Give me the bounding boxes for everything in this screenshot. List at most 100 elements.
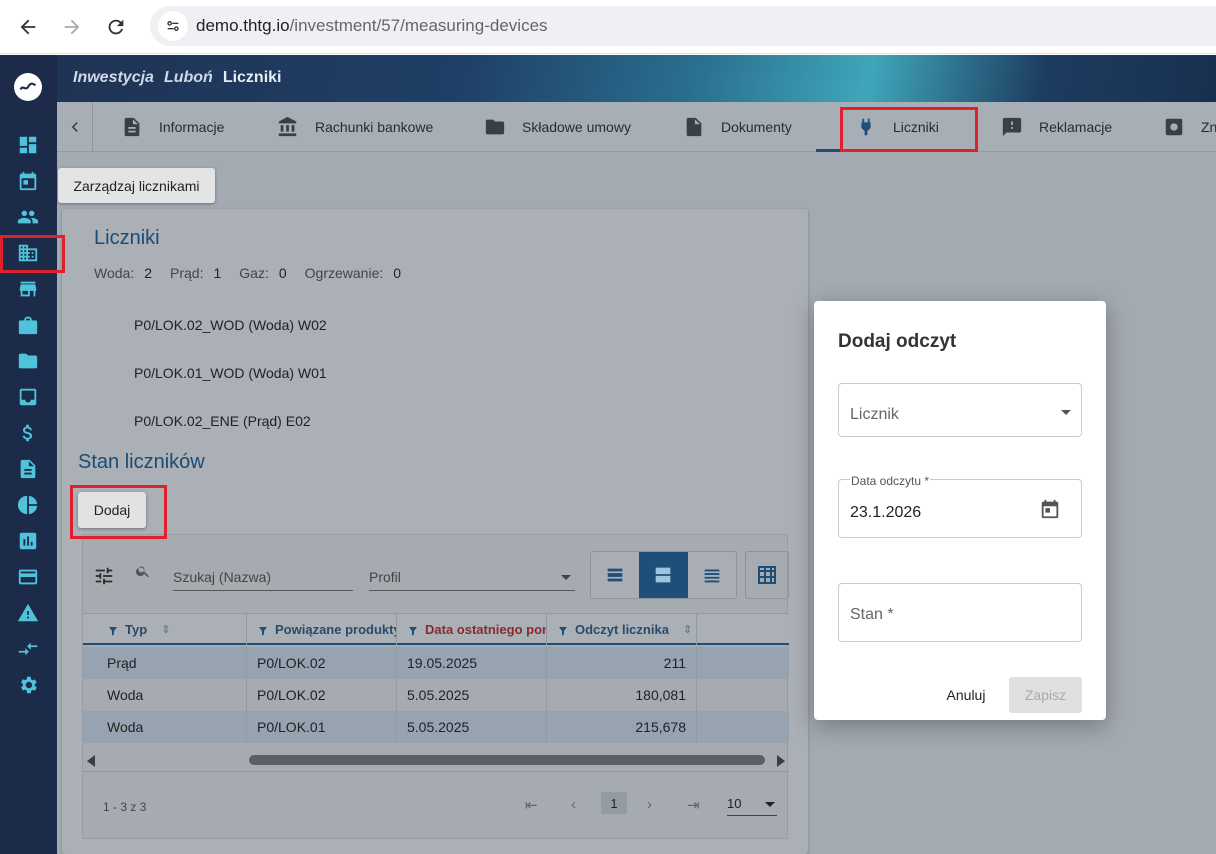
cell-type: Woda bbox=[83, 711, 247, 743]
filter-icon[interactable] bbox=[107, 625, 117, 635]
count-label: Ogrzewanie: bbox=[304, 265, 384, 281]
table-row[interactable]: Woda P0/LOK.01 5.05.2025 215,678 bbox=[83, 711, 789, 743]
cell-date: 5.05.2025 bbox=[397, 711, 547, 743]
last-page-icon[interactable]: ⇥ bbox=[687, 796, 700, 814]
warning-icon[interactable] bbox=[16, 601, 40, 625]
scroll-left-icon[interactable] bbox=[87, 755, 95, 767]
column-header-type[interactable]: Typ ⇕ bbox=[83, 614, 247, 645]
scroll-right-icon[interactable] bbox=[777, 755, 785, 767]
tab-informacje[interactable]: Informacje bbox=[121, 102, 224, 152]
tab-zn[interactable]: Zn bbox=[1163, 102, 1216, 152]
filter-icon[interactable] bbox=[557, 625, 567, 635]
dialog-title: Dodaj odczyt bbox=[838, 331, 957, 352]
gear-icon[interactable] bbox=[16, 673, 40, 697]
density-compact-icon bbox=[607, 568, 623, 582]
next-page-icon[interactable]: › bbox=[647, 796, 652, 813]
arrow-right-icon bbox=[64, 19, 80, 34]
people-icon[interactable] bbox=[16, 205, 40, 229]
file-icon bbox=[683, 116, 705, 138]
page-size-select[interactable]: 10 bbox=[727, 794, 777, 816]
column-title: Data ostatniego pomiaru bbox=[425, 622, 546, 637]
settings-box-icon bbox=[1163, 116, 1185, 138]
grid-lines-toggle[interactable] bbox=[745, 551, 789, 599]
sort-icon[interactable]: ⇕ bbox=[683, 623, 692, 636]
breadcrumb-item[interactable]: Luboń bbox=[164, 69, 213, 87]
forward-button[interactable] bbox=[50, 5, 94, 49]
cell-reading: 180,081 bbox=[547, 679, 697, 711]
bar-chart-icon[interactable] bbox=[16, 529, 40, 553]
store-icon[interactable] bbox=[16, 277, 40, 301]
meter-item[interactable]: P0/LOK.02_WOD (Woda) W02 bbox=[134, 317, 327, 333]
filter-icon[interactable] bbox=[257, 625, 267, 635]
compare-arrows-icon[interactable] bbox=[16, 637, 40, 661]
breadcrumb-item[interactable]: Inwestycja bbox=[73, 69, 154, 87]
search-input[interactable]: Szukaj (Nazwa) bbox=[173, 565, 353, 591]
dollar-icon[interactable] bbox=[16, 421, 40, 445]
column-header-products[interactable]: Powiązane produkty bbox=[247, 614, 397, 645]
scroll-thumb[interactable] bbox=[249, 755, 765, 765]
folder-icon bbox=[484, 116, 506, 138]
browser-toolbar: demo.thtg.io/investment/57/measuring-dev… bbox=[0, 0, 1216, 54]
building-icon[interactable] bbox=[16, 241, 40, 265]
table-header: Typ ⇕ Powiązane produkty Data ostatniego… bbox=[83, 613, 789, 645]
tab-bar: Informacje Rachunki bankowe Składowe umo… bbox=[57, 102, 1216, 152]
state-input[interactable]: Stan * bbox=[838, 583, 1082, 642]
column-header-reading[interactable]: Odczyt licznika ⇕ bbox=[547, 614, 697, 645]
meter-item[interactable]: P0/LOK.01_WOD (Woda) W01 bbox=[134, 365, 327, 381]
meters-title: Liczniki bbox=[94, 227, 160, 249]
file-icon[interactable] bbox=[16, 457, 40, 481]
cell-type: Woda bbox=[83, 679, 247, 711]
first-page-icon[interactable]: ⇤ bbox=[525, 796, 538, 814]
cell-reading: 211 bbox=[547, 647, 697, 679]
column-header-last-date[interactable]: Data ostatniego pomiaru bbox=[397, 614, 547, 645]
manage-meters-button[interactable]: Zarządzaj licznikami bbox=[58, 168, 215, 203]
dashboard-icon[interactable] bbox=[16, 133, 40, 157]
table-row[interactable]: Woda P0/LOK.02 5.05.2025 180,081 bbox=[83, 679, 789, 711]
tab-liczniki[interactable]: Liczniki bbox=[855, 102, 939, 152]
chevron-left-icon bbox=[71, 122, 78, 132]
reading-date-value: 23.1.2026 bbox=[850, 504, 922, 521]
meter-item[interactable]: P0/LOK.02_ENE (Prąd) E02 bbox=[134, 413, 311, 429]
cell-type: Prąd bbox=[83, 647, 247, 679]
prev-page-icon[interactable]: ‹ bbox=[571, 796, 576, 813]
horizontal-scrollbar[interactable] bbox=[83, 751, 789, 769]
feedback-icon bbox=[1001, 116, 1023, 138]
add-reading-button[interactable]: Dodaj bbox=[78, 492, 146, 528]
density-compact-button[interactable] bbox=[591, 552, 639, 598]
page-size-value: 10 bbox=[727, 796, 742, 811]
tab-skladowe-umowy[interactable]: Składowe umowy bbox=[484, 102, 631, 152]
briefcase-icon[interactable] bbox=[16, 313, 40, 337]
reload-button[interactable] bbox=[94, 5, 138, 49]
save-button[interactable]: Zapisz bbox=[1009, 677, 1082, 713]
back-button[interactable] bbox=[6, 5, 50, 49]
pager: 1 - 3 z 3 ⇤ ‹ 1 › ⇥ 10 bbox=[83, 771, 789, 839]
sort-icon[interactable]: ⇕ bbox=[161, 623, 170, 636]
pie-chart-icon[interactable] bbox=[16, 493, 40, 517]
meter-select[interactable]: Licznik bbox=[838, 383, 1082, 437]
density-comfortable-button[interactable] bbox=[688, 552, 736, 598]
current-page[interactable]: 1 bbox=[601, 792, 627, 814]
address-bar[interactable]: demo.thtg.io/investment/57/measuring-dev… bbox=[150, 6, 1216, 46]
tab-label: Składowe umowy bbox=[522, 119, 631, 135]
tab-rachunki-bankowe[interactable]: Rachunki bankowe bbox=[277, 102, 433, 152]
cancel-button[interactable]: Anuluj bbox=[938, 679, 994, 711]
reading-date-field[interactable]: Data odczytu * 23.1.2026 bbox=[838, 474, 1082, 538]
folder-icon[interactable] bbox=[16, 349, 40, 373]
filter-settings-icon[interactable] bbox=[93, 565, 115, 592]
inbox-icon[interactable] bbox=[16, 385, 40, 409]
tab-reklamacje[interactable]: Reklamacje bbox=[1001, 102, 1112, 152]
profile-select[interactable]: Profil bbox=[369, 565, 575, 591]
table-row[interactable]: Prąd P0/LOK.02 19.05.2025 211 bbox=[83, 647, 789, 679]
profile-label: Profil bbox=[369, 569, 401, 585]
filter-icon[interactable] bbox=[407, 625, 417, 635]
density-standard-icon bbox=[656, 567, 671, 583]
count-value: 0 bbox=[278, 265, 287, 281]
credit-card-icon[interactable] bbox=[16, 565, 40, 589]
app-logo-icon[interactable] bbox=[14, 73, 42, 101]
site-settings-icon[interactable] bbox=[158, 11, 188, 41]
tabs-scroll-left-button[interactable] bbox=[57, 102, 93, 152]
calendar-icon[interactable] bbox=[1039, 498, 1061, 520]
tab-dokumenty[interactable]: Dokumenty bbox=[683, 102, 792, 152]
density-standard-button[interactable] bbox=[639, 552, 688, 598]
calendar-icon[interactable] bbox=[16, 169, 40, 193]
